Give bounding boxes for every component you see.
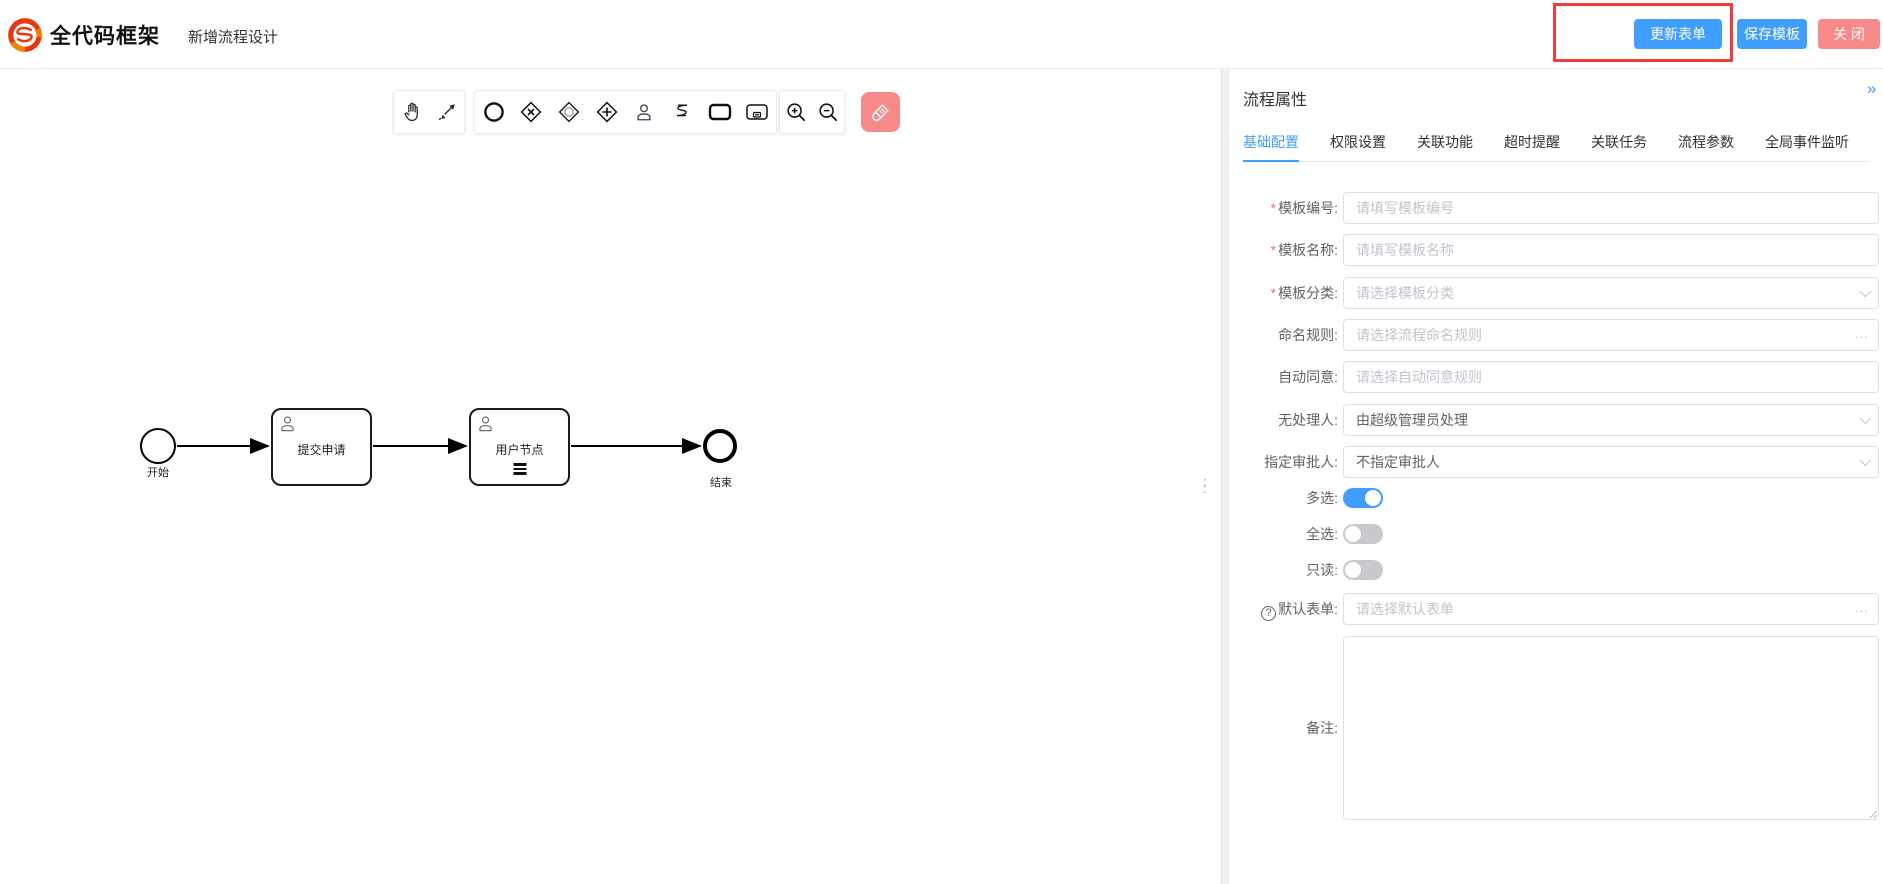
template-no-input[interactable] [1343,192,1879,224]
save-template-button[interactable]: 保存模板 [1737,19,1807,49]
naming-rule-picker[interactable]: 请选择流程命名规则 [1343,319,1879,351]
multi-select-label: 多选: [1229,488,1338,508]
app-header: 全代码框架 新增流程设计 更新表单 保存模板 关 闭 [0,0,1883,69]
toggle-knob [1365,490,1381,506]
required-mark: * [1271,285,1276,301]
inclusive-gateway-icon[interactable] [556,99,582,125]
toolbar-group-tools [393,90,465,134]
ellipsis-icon[interactable]: ... [1855,593,1869,623]
subprocess-icon[interactable] [744,99,770,125]
assigned-approver-label: 指定审批人: [1229,446,1338,478]
app-logo: 全代码框架 [6,16,160,54]
template-category-select[interactable]: 请选择模板分类 [1343,277,1879,309]
panel-tabs: 基础配置 权限设置 关联功能 超时提醒 关联任务 流程参数 全局事件监听 [1243,125,1869,162]
hand-tool-icon[interactable] [399,99,425,125]
parallel-gateway-icon[interactable] [594,99,620,125]
tab-global-event-listener[interactable]: 全局事件监听 [1765,125,1849,162]
exclusive-gateway-icon[interactable] [518,99,544,125]
logo-text: 全代码框架 [50,20,160,50]
required-mark: * [1271,242,1276,258]
multi-select-toggle[interactable] [1343,488,1383,508]
task-icon[interactable] [707,99,733,125]
user-task-icon[interactable] [631,99,657,125]
template-name-label: 模板名称: [1278,242,1338,258]
close-button[interactable]: 关 闭 [1818,19,1880,49]
end-event-node[interactable] [703,429,737,463]
start-event-icon[interactable] [481,99,507,125]
remark-textarea[interactable] [1343,636,1879,820]
paint-brush-icon [870,101,892,123]
template-category-label: 模板分类: [1278,285,1338,301]
template-no-label: 模板编号: [1278,200,1338,216]
panel-drag-handle[interactable]: :: [1203,478,1207,492]
start-event-label: 开始 [138,464,178,480]
collapse-panel-icon[interactable]: » [1867,79,1876,99]
tab-permission-settings[interactable]: 权限设置 [1330,125,1386,162]
no-handler-label: 无处理人: [1229,404,1338,436]
multi-instance-marker-icon [513,463,526,477]
script-task-icon[interactable] [669,99,695,125]
toggle-knob [1345,526,1361,542]
tab-related-functions[interactable]: 关联功能 [1417,125,1473,162]
auto-agree-input[interactable] [1343,361,1879,393]
help-icon[interactable]: ? [1261,606,1276,621]
logo-icon [6,16,44,54]
user-icon [476,414,495,433]
default-form-picker[interactable]: 请选择默认表单 [1343,593,1879,625]
template-name-input[interactable] [1343,234,1879,266]
update-form-button[interactable]: 更新表单 [1634,19,1722,49]
zoom-in-icon[interactable] [783,99,809,125]
task-label: 用户节点 [471,441,568,458]
ellipsis-icon[interactable]: ... [1855,319,1869,349]
user-icon [278,414,297,433]
tab-timeout-reminder[interactable]: 超时提醒 [1504,125,1560,162]
start-event-node[interactable] [140,428,176,464]
sequence-flows [0,69,1221,884]
required-mark: * [1271,200,1276,216]
end-event-label: 结束 [699,474,743,490]
process-properties-panel: 流程属性 » 基础配置 权限设置 关联功能 超时提醒 关联任务 流程参数 全局事… [1229,69,1883,884]
task-label: 提交申请 [273,441,370,458]
naming-rule-label: 命名规则: [1229,319,1338,351]
zoom-out-icon[interactable] [815,99,841,125]
read-only-label: 只读: [1229,560,1338,580]
panel-title: 流程属性 [1243,86,1307,110]
tab-related-tasks[interactable]: 关联任务 [1591,125,1647,162]
bpmn-canvas[interactable]: 开始 提交申请 用户节点 结束 [0,69,1221,884]
select-all-toggle[interactable] [1343,524,1383,544]
toolbar-group-shapes [474,90,777,134]
select-all-label: 全选: [1229,524,1338,544]
global-connect-tool-icon[interactable] [434,99,460,125]
format-painter-button[interactable] [861,92,900,132]
remark-label: 备注: [1229,636,1338,820]
toolbar-group-zoom [779,90,845,134]
no-handler-select[interactable]: 由超级管理员处理 [1343,404,1879,436]
tab-basic-config[interactable]: 基础配置 [1243,125,1299,162]
task-node-user[interactable]: 用户节点 [469,408,570,486]
page-title: 新增流程设计 [188,26,278,47]
task-node-submit[interactable]: 提交申请 [271,408,372,486]
auto-agree-label: 自动同意: [1229,361,1338,393]
assigned-approver-select[interactable]: 不指定审批人 [1343,446,1879,478]
tab-process-params[interactable]: 流程参数 [1678,125,1734,162]
default-form-label: 默认表单: [1278,601,1338,617]
toggle-knob [1345,562,1361,578]
read-only-toggle[interactable] [1343,560,1383,580]
panel-divider [1221,69,1229,884]
